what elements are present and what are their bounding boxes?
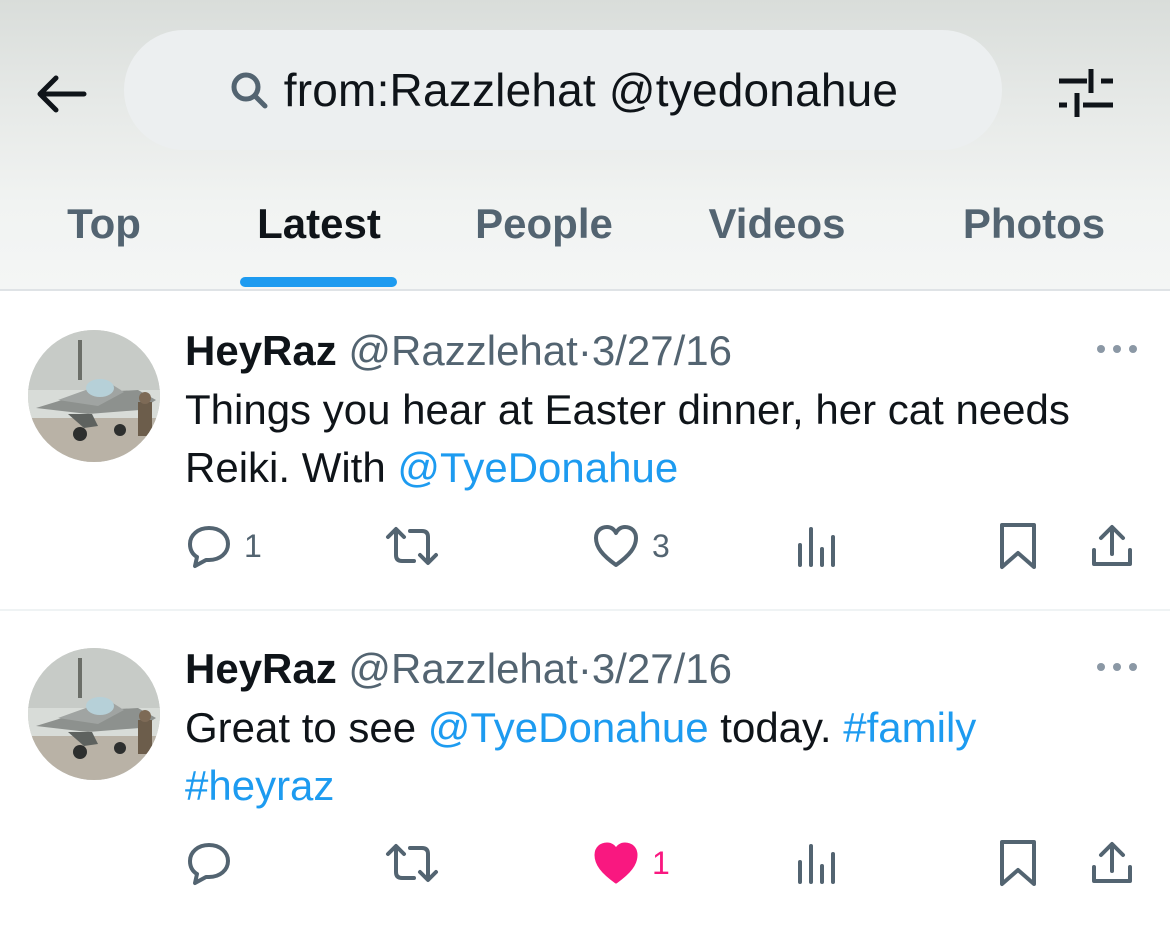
- avatar[interactable]: [28, 330, 160, 462]
- bookmark-button[interactable]: [998, 833, 1038, 893]
- like-button[interactable]: 1: [592, 833, 670, 893]
- bookmark-button[interactable]: [998, 516, 1038, 576]
- fighter-jet-avatar-image: [28, 648, 160, 780]
- analytics-bars-icon: [798, 527, 835, 567]
- tab-label: Top: [67, 200, 141, 247]
- tweet-author-line: HeyRaz @Razzlehat·3/27/16: [185, 648, 732, 690]
- share-icon: [1092, 525, 1132, 566]
- tab-label: Photos: [962, 200, 1106, 247]
- hashtag-link[interactable]: #family: [843, 704, 976, 751]
- author-handle[interactable]: @Razzlehat: [348, 327, 577, 374]
- sliders-icon: [1059, 69, 1113, 117]
- mention-link[interactable]: @TyeDonahue: [428, 704, 709, 751]
- fighter-jet-avatar-image: [28, 330, 160, 462]
- bookmark-icon: [1000, 523, 1036, 569]
- reply-button[interactable]: [186, 833, 244, 893]
- tab-photos[interactable]: Photos: [936, 180, 1132, 288]
- retweet-icon: [386, 844, 438, 882]
- tab-videos[interactable]: Videos: [686, 180, 868, 288]
- tweet-author-line: HeyRaz @Razzlehat·3/27/16: [185, 330, 732, 372]
- author-name[interactable]: HeyRaz: [185, 645, 337, 692]
- tweet-date[interactable]: 3/27/16: [592, 645, 732, 692]
- heart-filled-icon: [594, 842, 638, 884]
- reply-icon: [188, 843, 230, 885]
- tab-top[interactable]: Top: [44, 180, 164, 288]
- tweet-text: Great to see @TyeDonahue today. #family …: [185, 699, 1145, 815]
- reply-button[interactable]: 1: [186, 516, 262, 576]
- views-button[interactable]: [796, 516, 850, 576]
- back-button[interactable]: [28, 66, 92, 122]
- views-button[interactable]: [796, 833, 850, 893]
- search-tabs: Top Latest People Videos Photos: [0, 180, 1170, 288]
- bookmark-icon: [1000, 840, 1036, 886]
- tweet-date[interactable]: 3/27/16: [592, 327, 732, 374]
- share-button[interactable]: [1088, 833, 1136, 893]
- hashtag-link[interactable]: #heyraz: [185, 762, 334, 809]
- more-dots-icon: [1097, 663, 1137, 671]
- reply-icon: [188, 526, 230, 568]
- search-filter-button[interactable]: [1050, 60, 1122, 124]
- arrow-left-icon: [37, 75, 87, 113]
- active-tab-indicator: [240, 277, 397, 287]
- analytics-bars-icon: [798, 844, 835, 884]
- search-query: from:Razzlehat @tyedonahue: [283, 64, 899, 116]
- tweet-text-segment: Great to see: [185, 704, 428, 751]
- tab-people[interactable]: People: [450, 180, 638, 288]
- search-icon: [231, 72, 268, 109]
- like-button[interactable]: 3: [592, 516, 670, 576]
- more-dots-icon: [1097, 345, 1137, 353]
- tweet[interactable]: HeyRaz @Razzlehat·3/27/16 Great to see @…: [0, 611, 1170, 928]
- retweet-icon: [386, 527, 438, 565]
- author-name[interactable]: HeyRaz: [185, 327, 337, 374]
- more-options-button[interactable]: [1092, 334, 1142, 364]
- tweet[interactable]: HeyRaz @Razzlehat·3/27/16 Things you hea…: [0, 292, 1170, 610]
- search-input[interactable]: from:Razzlehat @tyedonahue: [124, 30, 1002, 150]
- reply-count: 1: [244, 527, 262, 564]
- share-icon: [1092, 842, 1132, 883]
- separator-dot: ·: [577, 645, 592, 692]
- tweet-text: Things you hear at Easter dinner, her ca…: [185, 381, 1145, 497]
- retweet-button[interactable]: [384, 516, 452, 576]
- tweet-actions: 1: [0, 833, 1170, 893]
- author-handle[interactable]: @Razzlehat: [348, 645, 577, 692]
- separator-dot: ·: [577, 327, 592, 374]
- like-count: 1: [652, 844, 670, 881]
- tab-latest[interactable]: Latest: [230, 180, 408, 288]
- tab-label: People: [475, 200, 613, 247]
- tweet-actions: 1 3: [0, 516, 1170, 576]
- divider: [0, 289, 1170, 291]
- avatar[interactable]: [28, 648, 160, 780]
- more-options-button[interactable]: [1092, 652, 1142, 682]
- like-count: 3: [652, 527, 670, 564]
- retweet-button[interactable]: [384, 833, 452, 893]
- tab-label: Videos: [708, 200, 846, 247]
- tweet-text-segment: today.: [708, 704, 844, 751]
- search-header: from:Razzlehat @tyedonahue Top Latest Pe…: [0, 0, 1170, 290]
- mention-link[interactable]: @TyeDonahue: [397, 444, 678, 491]
- heart-icon: [594, 525, 638, 567]
- tab-label: Latest: [257, 200, 381, 247]
- share-button[interactable]: [1088, 516, 1136, 576]
